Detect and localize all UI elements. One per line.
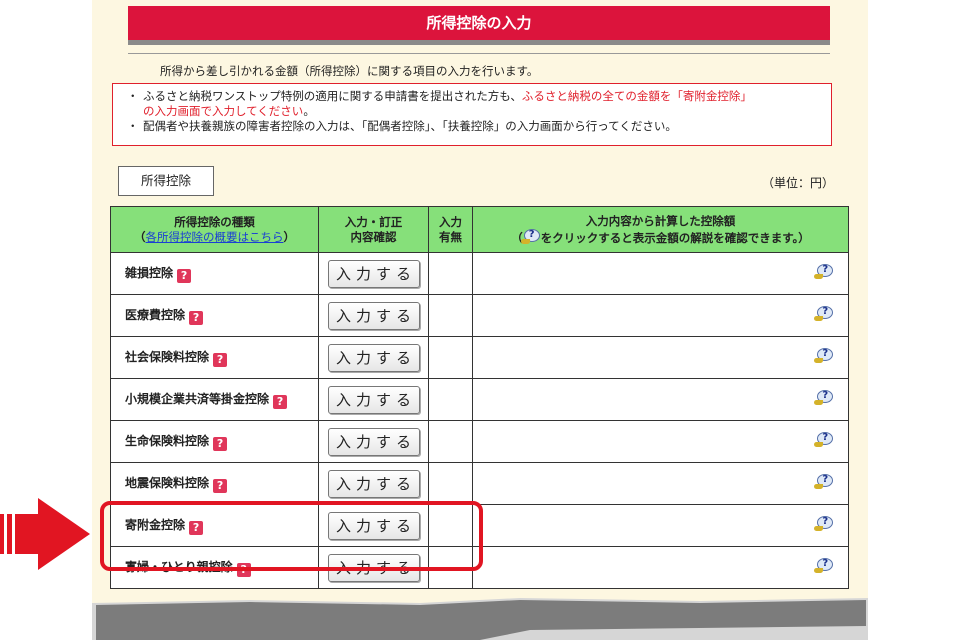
- torn-edge: [92, 598, 868, 640]
